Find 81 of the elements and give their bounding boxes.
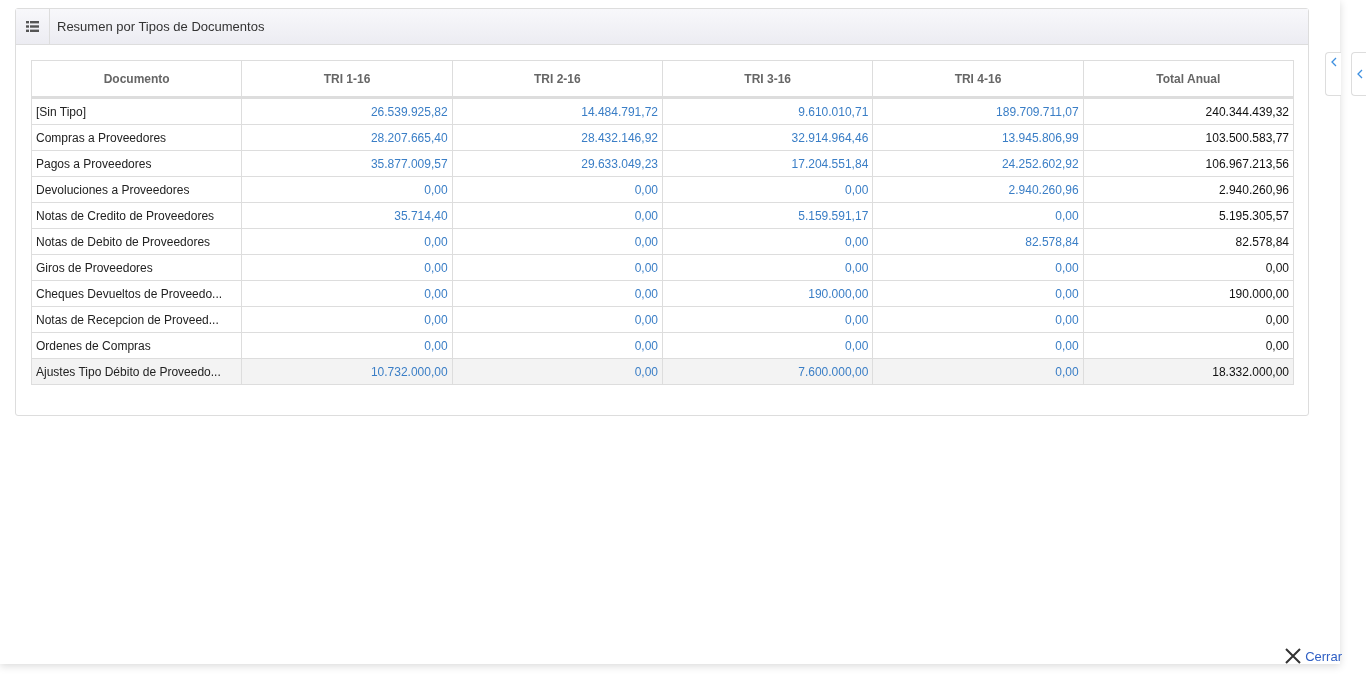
list-icon — [26, 21, 39, 32]
amount-link[interactable]: 0,00 — [634, 286, 658, 301]
total-cell: 5.195.305,57 — [1083, 202, 1294, 229]
column-header: TRI 3-16 — [662, 60, 873, 98]
amount-link[interactable]: 0,00 — [634, 312, 658, 327]
amount-link[interactable]: 0,00 — [844, 260, 869, 275]
amount-link[interactable]: 0,00 — [844, 338, 869, 353]
document-cell: Devoluciones a Proveedores — [31, 176, 242, 203]
amount-link[interactable]: 0,00 — [1055, 338, 1079, 353]
document-cell: Notas de Debito de Proveedores — [31, 228, 242, 255]
amount-link[interactable]: 82.578,84 — [1025, 234, 1079, 249]
amount-link[interactable]: 0,00 — [634, 338, 658, 353]
table-row[interactable]: Pagos a Proveedores 35.877.009,57 29.633.049,23 17.204.551,84 24.252.602,92 106.967.213,56 — [31, 150, 1294, 177]
amount-link[interactable]: 0,00 — [634, 234, 658, 249]
amount-link[interactable]: 0,00 — [1055, 208, 1079, 223]
amount-link[interactable]: 0,00 — [424, 234, 448, 249]
amount-link[interactable]: 7.600.000,00 — [798, 364, 869, 379]
table-row[interactable]: [Sin Tipo] 26.539.925,82 14.484.791,72 9.610.010,71 189.709.711,07 240.344.439,32 — [31, 97, 1294, 125]
amount-link[interactable]: 9.610.010,71 — [798, 104, 869, 119]
amount-link[interactable]: 0,00 — [634, 182, 658, 197]
chevron-left-icon — [1356, 69, 1363, 79]
amount-link[interactable]: 26.539.925,82 — [370, 104, 448, 119]
collapse-tab[interactable] — [1325, 52, 1341, 96]
amount-link[interactable]: 0,00 — [844, 312, 869, 327]
collapse-tab[interactable] — [1351, 52, 1366, 96]
total-cell: 0,00 — [1083, 306, 1294, 333]
column-header: Total Anual — [1083, 60, 1294, 98]
total-cell: 240.344.439,32 — [1083, 97, 1294, 125]
amount-link[interactable]: 0,00 — [424, 286, 448, 301]
document-cell: Ordenes de Compras — [31, 332, 242, 359]
amount-link[interactable]: 0,00 — [844, 234, 869, 249]
total-cell: 18.332.000,00 — [1083, 358, 1294, 385]
total-cell: 106.967.213,56 — [1083, 150, 1294, 177]
amount-link[interactable]: 0,00 — [1055, 260, 1079, 275]
amount-link[interactable]: 0,00 — [634, 260, 658, 275]
amount-link[interactable]: 0,00 — [634, 208, 658, 223]
document-cell: Compras a Proveedores — [31, 124, 242, 151]
document-cell: Cheques Devueltos de Proveedo... — [31, 280, 242, 307]
column-header: TRI 2-16 — [452, 60, 663, 98]
amount-link[interactable]: 5.159.591,17 — [798, 208, 869, 223]
amount-link[interactable]: 2.940.260,96 — [1008, 182, 1079, 197]
amount-link[interactable]: 0,00 — [1055, 364, 1079, 379]
table-row[interactable]: Ajustes Tipo Débito de Proveedo... 10.732.000,00 0,00 7.600.000,00 0,00 18.332.000,00 — [31, 358, 1294, 385]
total-cell: 0,00 — [1083, 254, 1294, 281]
document-cell: Ajustes Tipo Débito de Proveedo... — [31, 358, 242, 385]
amount-link[interactable]: 0,00 — [844, 182, 869, 197]
column-header: TRI 1-16 — [241, 60, 453, 98]
panel-title: Resumen por Tipos de Documentos — [56, 19, 265, 34]
amount-link[interactable]: 0,00 — [1055, 286, 1079, 301]
document-cell: [Sin Tipo] — [31, 97, 242, 125]
table-row[interactable]: Notas de Credito de Proveedores 35.714,40 0,00 5.159.591,17 0,00 5.195.305,57 — [31, 202, 1294, 229]
table-row[interactable]: Ordenes de Compras 0,00 0,00 0,00 0,00 0,00 — [31, 332, 1294, 359]
table-row[interactable]: Devoluciones a Proveedores 0,00 0,00 0,00 2.940.260,96 2.940.260,96 — [31, 176, 1294, 203]
document-cell: Notas de Recepcion de Proveed... — [31, 306, 242, 333]
total-cell: 103.500.583,77 — [1083, 124, 1294, 151]
document-cell: Notas de Credito de Proveedores — [31, 202, 242, 229]
chevron-left-icon — [1330, 57, 1337, 67]
amount-link[interactable]: 0,00 — [424, 312, 448, 327]
amount-link[interactable]: 0,00 — [424, 338, 448, 353]
total-cell: 82.578,84 — [1083, 228, 1294, 255]
document-cell: Giros de Proveedores — [31, 254, 242, 281]
amount-link[interactable]: 0,00 — [424, 182, 448, 197]
total-cell: 2.940.260,96 — [1083, 176, 1294, 203]
amount-link[interactable]: 190.000,00 — [808, 286, 869, 301]
amount-link[interactable]: 0,00 — [1055, 312, 1079, 327]
amount-link[interactable]: 0,00 — [634, 364, 658, 379]
close-icon — [1285, 648, 1302, 664]
column-header: TRI 4-16 — [872, 60, 1084, 98]
table-row[interactable]: Notas de Recepcion de Proveed... 0,00 0,00 0,00 0,00 0,00 — [31, 306, 1294, 333]
total-cell: 0,00 — [1083, 332, 1294, 359]
amount-link[interactable]: 0,00 — [424, 260, 448, 275]
column-header: Documento — [31, 60, 242, 98]
document-cell: Pagos a Proveedores — [31, 150, 242, 177]
table-row[interactable]: Notas de Debito de Proveedores 0,00 0,00 0,00 82.578,84 82.578,84 — [31, 228, 1294, 255]
close-button[interactable]: Cerrar — [1285, 648, 1342, 664]
amount-link[interactable]: 14.484.791,72 — [581, 104, 658, 119]
table-row[interactable]: Cheques Devueltos de Proveedo... 0,00 0,00 190.000,00 0,00 190.000,00 — [31, 280, 1294, 307]
total-cell: 190.000,00 — [1083, 280, 1294, 307]
amount-link[interactable]: 35.714,40 — [394, 208, 448, 223]
table-row[interactable]: Giros de Proveedores 0,00 0,00 0,00 0,00 0,00 — [31, 254, 1294, 281]
table-row[interactable]: Compras a Proveedores 28.207.665,40 28.432.146,92 32.914.964,46 13.945.806,99 103.500.583,77 — [31, 124, 1294, 151]
